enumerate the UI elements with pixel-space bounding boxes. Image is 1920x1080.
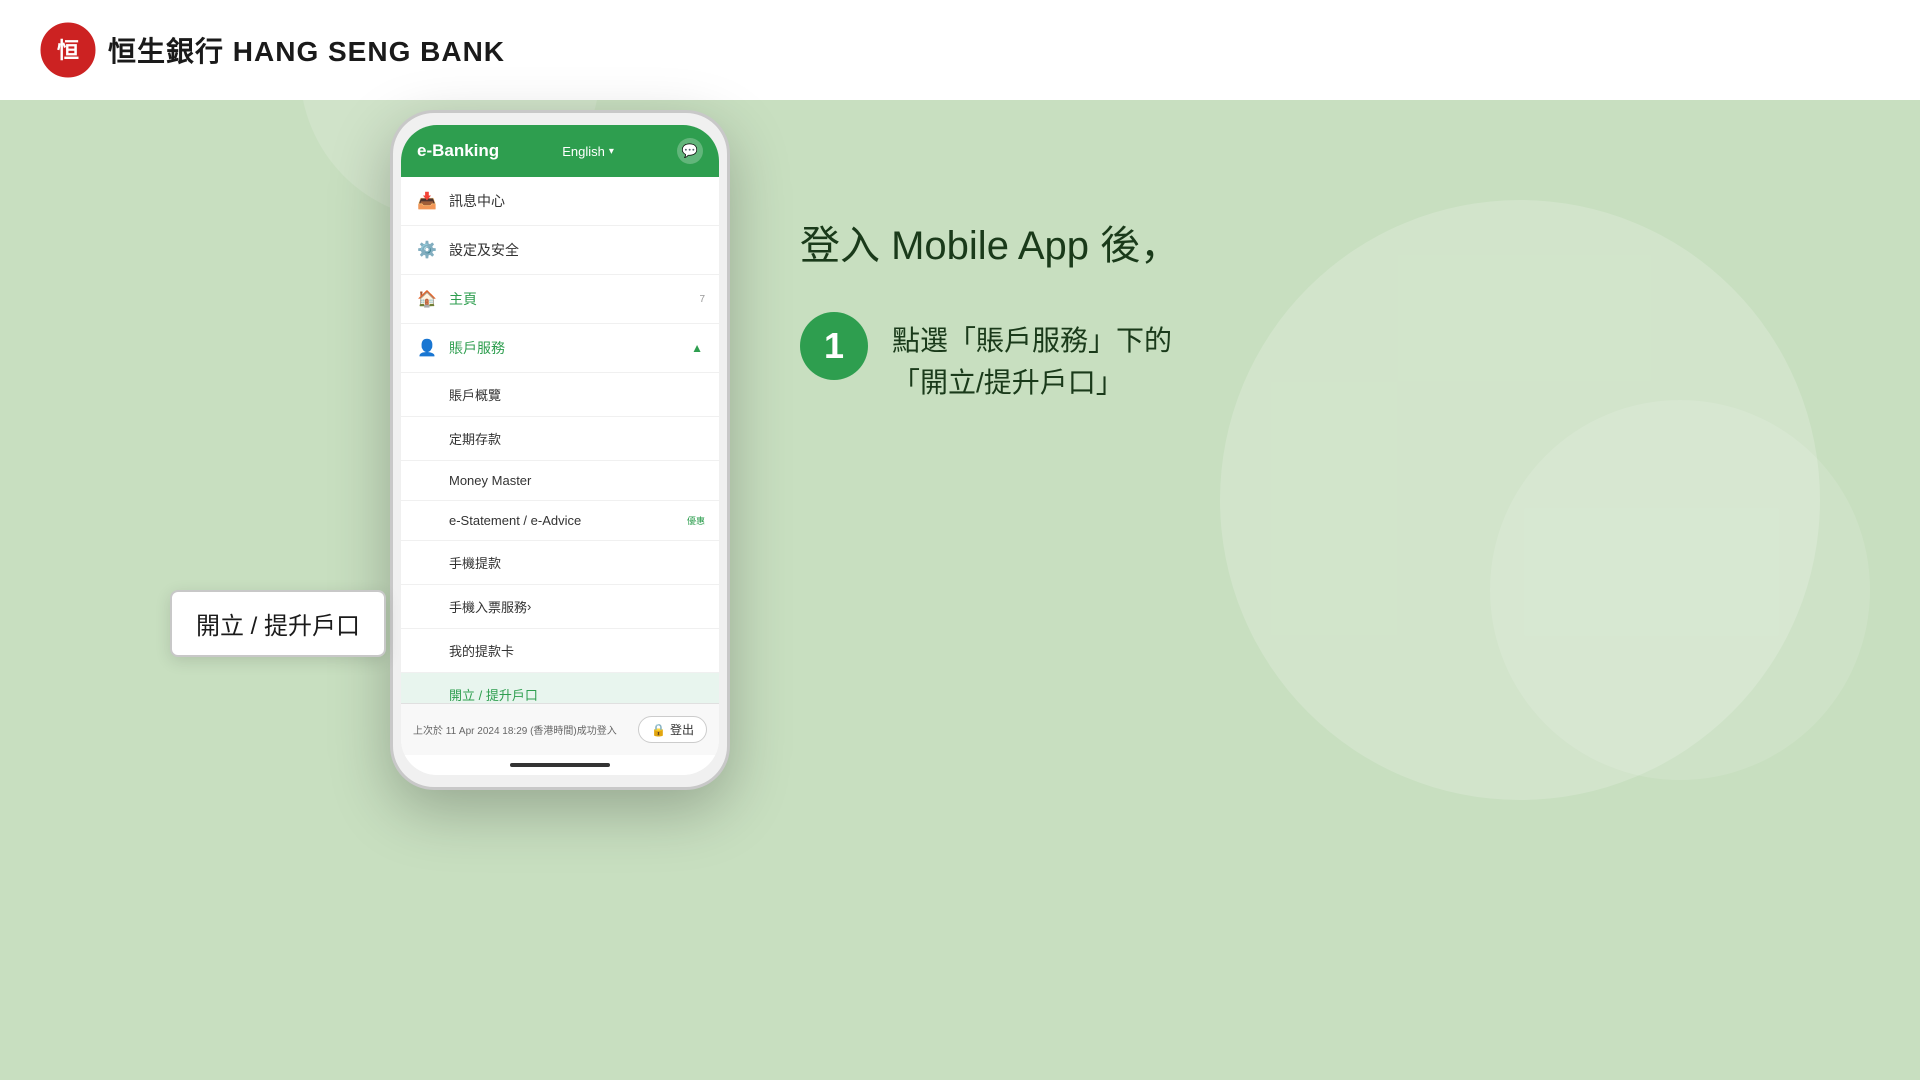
svg-text:恒: 恒 (57, 38, 79, 63)
submenu-item-fixed-deposit[interactable]: 定期存款 (401, 417, 719, 461)
instructions-panel: 登入 Mobile App 後， 1 點選「賬戶服務」下的「開立/提升戶口」 (800, 220, 1500, 404)
app-header: e-Banking English ▾ 💬 (401, 125, 719, 177)
lock-icon: 🔒 (651, 723, 666, 737)
open-account-label: 開立 / 提升戶口 (449, 685, 538, 703)
chevron-right-icon: › (527, 599, 531, 614)
app-title: e-Banking (417, 141, 499, 161)
home-indicator (401, 755, 719, 775)
e-statement-badge: 優惠 (687, 514, 705, 527)
tooltip-callout: 開立 / 提升戶口 (170, 590, 386, 657)
my-card-label: 我的提款卡 (449, 641, 514, 660)
chat-icon[interactable]: 💬 (677, 138, 703, 164)
chevron-up-icon: ▲ (691, 341, 703, 355)
submenu-item-cheque[interactable]: 手機入票服務 › (401, 585, 719, 629)
settings-label: 設定及安全 (449, 240, 519, 260)
submenu-item-overview[interactable]: 賬戶概覽 (401, 373, 719, 417)
app-bottom-bar: 上次於 11 Apr 2024 18:29 (香港時間)成功登入 🔒 登出 (401, 703, 719, 755)
language-label: English (562, 144, 605, 159)
submenu-item-money-master[interactable]: Money Master (401, 461, 719, 501)
last-login-text: 上次於 11 Apr 2024 18:29 (香港時間)成功登入 (413, 722, 617, 737)
fixed-deposit-label: 定期存款 (449, 429, 501, 448)
step-number-badge: 1 (800, 312, 868, 380)
cheque-label: 手機入票服務 (449, 597, 527, 616)
logo-container: 恒 恒生銀行 HANG SENG BANK (40, 22, 505, 78)
logo-text: 恒生銀行 HANG SENG BANK (108, 30, 505, 70)
step-text: 點選「賬戶服務」下的「開立/提升戶口」 (892, 312, 1172, 404)
sidebar-item-accounts[interactable]: 👤 賬戶服務 ▲ (401, 324, 719, 373)
instruction-heading: 登入 Mobile App 後， (800, 220, 1500, 272)
inbox-label: 訊息中心 (449, 191, 505, 211)
account-icon: 👤 (417, 338, 437, 358)
accounts-label: 賬戶服務 (449, 338, 505, 358)
submenu-item-open-account[interactable]: 開立 / 提升戶口 (401, 673, 719, 703)
logout-label: 登出 (670, 721, 694, 738)
money-master-label: Money Master (449, 473, 531, 488)
submenu-item-mobile-transfer[interactable]: 手機提款 (401, 541, 719, 585)
phone-screen: e-Banking English ▾ 💬 📥 訊息中心 ⚙️ 設定及安全 (401, 125, 719, 775)
submenu-item-my-card[interactable]: 我的提款卡 (401, 629, 719, 673)
mobile-transfer-label: 手機提款 (449, 553, 501, 572)
sidebar-item-inbox[interactable]: 📥 訊息中心 (401, 177, 719, 226)
home-badge: 7 (699, 294, 705, 305)
phone-mockup: e-Banking English ▾ 💬 📥 訊息中心 ⚙️ 設定及安全 (390, 110, 730, 790)
sidebar-item-home[interactable]: 🏠 主頁 7 (401, 275, 719, 324)
instruction-step: 1 點選「賬戶服務」下的「開立/提升戶口」 (800, 312, 1500, 404)
home-bar (510, 763, 610, 767)
language-selector[interactable]: English ▾ (562, 144, 614, 159)
logout-button[interactable]: 🔒 登出 (638, 716, 707, 743)
overview-label: 賬戶概覽 (449, 385, 501, 404)
chevron-down-icon: ▾ (609, 146, 614, 157)
home-label: 主頁 (449, 289, 477, 309)
submenu-item-e-statement[interactable]: e-Statement / e-Advice 優惠 (401, 501, 719, 541)
header: 恒 恒生銀行 HANG SENG BANK (0, 0, 1920, 100)
e-statement-label: e-Statement / e-Advice (449, 513, 581, 528)
hang-seng-logo-icon: 恒 (40, 22, 96, 78)
gear-icon: ⚙️ (417, 240, 437, 260)
home-icon: 🏠 (417, 289, 437, 309)
tooltip-label: 開立 / 提升戶口 (196, 613, 360, 640)
sidebar-item-settings[interactable]: ⚙️ 設定及安全 (401, 226, 719, 275)
phone-frame: e-Banking English ▾ 💬 📥 訊息中心 ⚙️ 設定及安全 (390, 110, 730, 790)
inbox-icon: 📥 (417, 191, 437, 211)
menu-list: 📥 訊息中心 ⚙️ 設定及安全 🏠 主頁 7 👤 賬戶服務 (401, 177, 719, 703)
